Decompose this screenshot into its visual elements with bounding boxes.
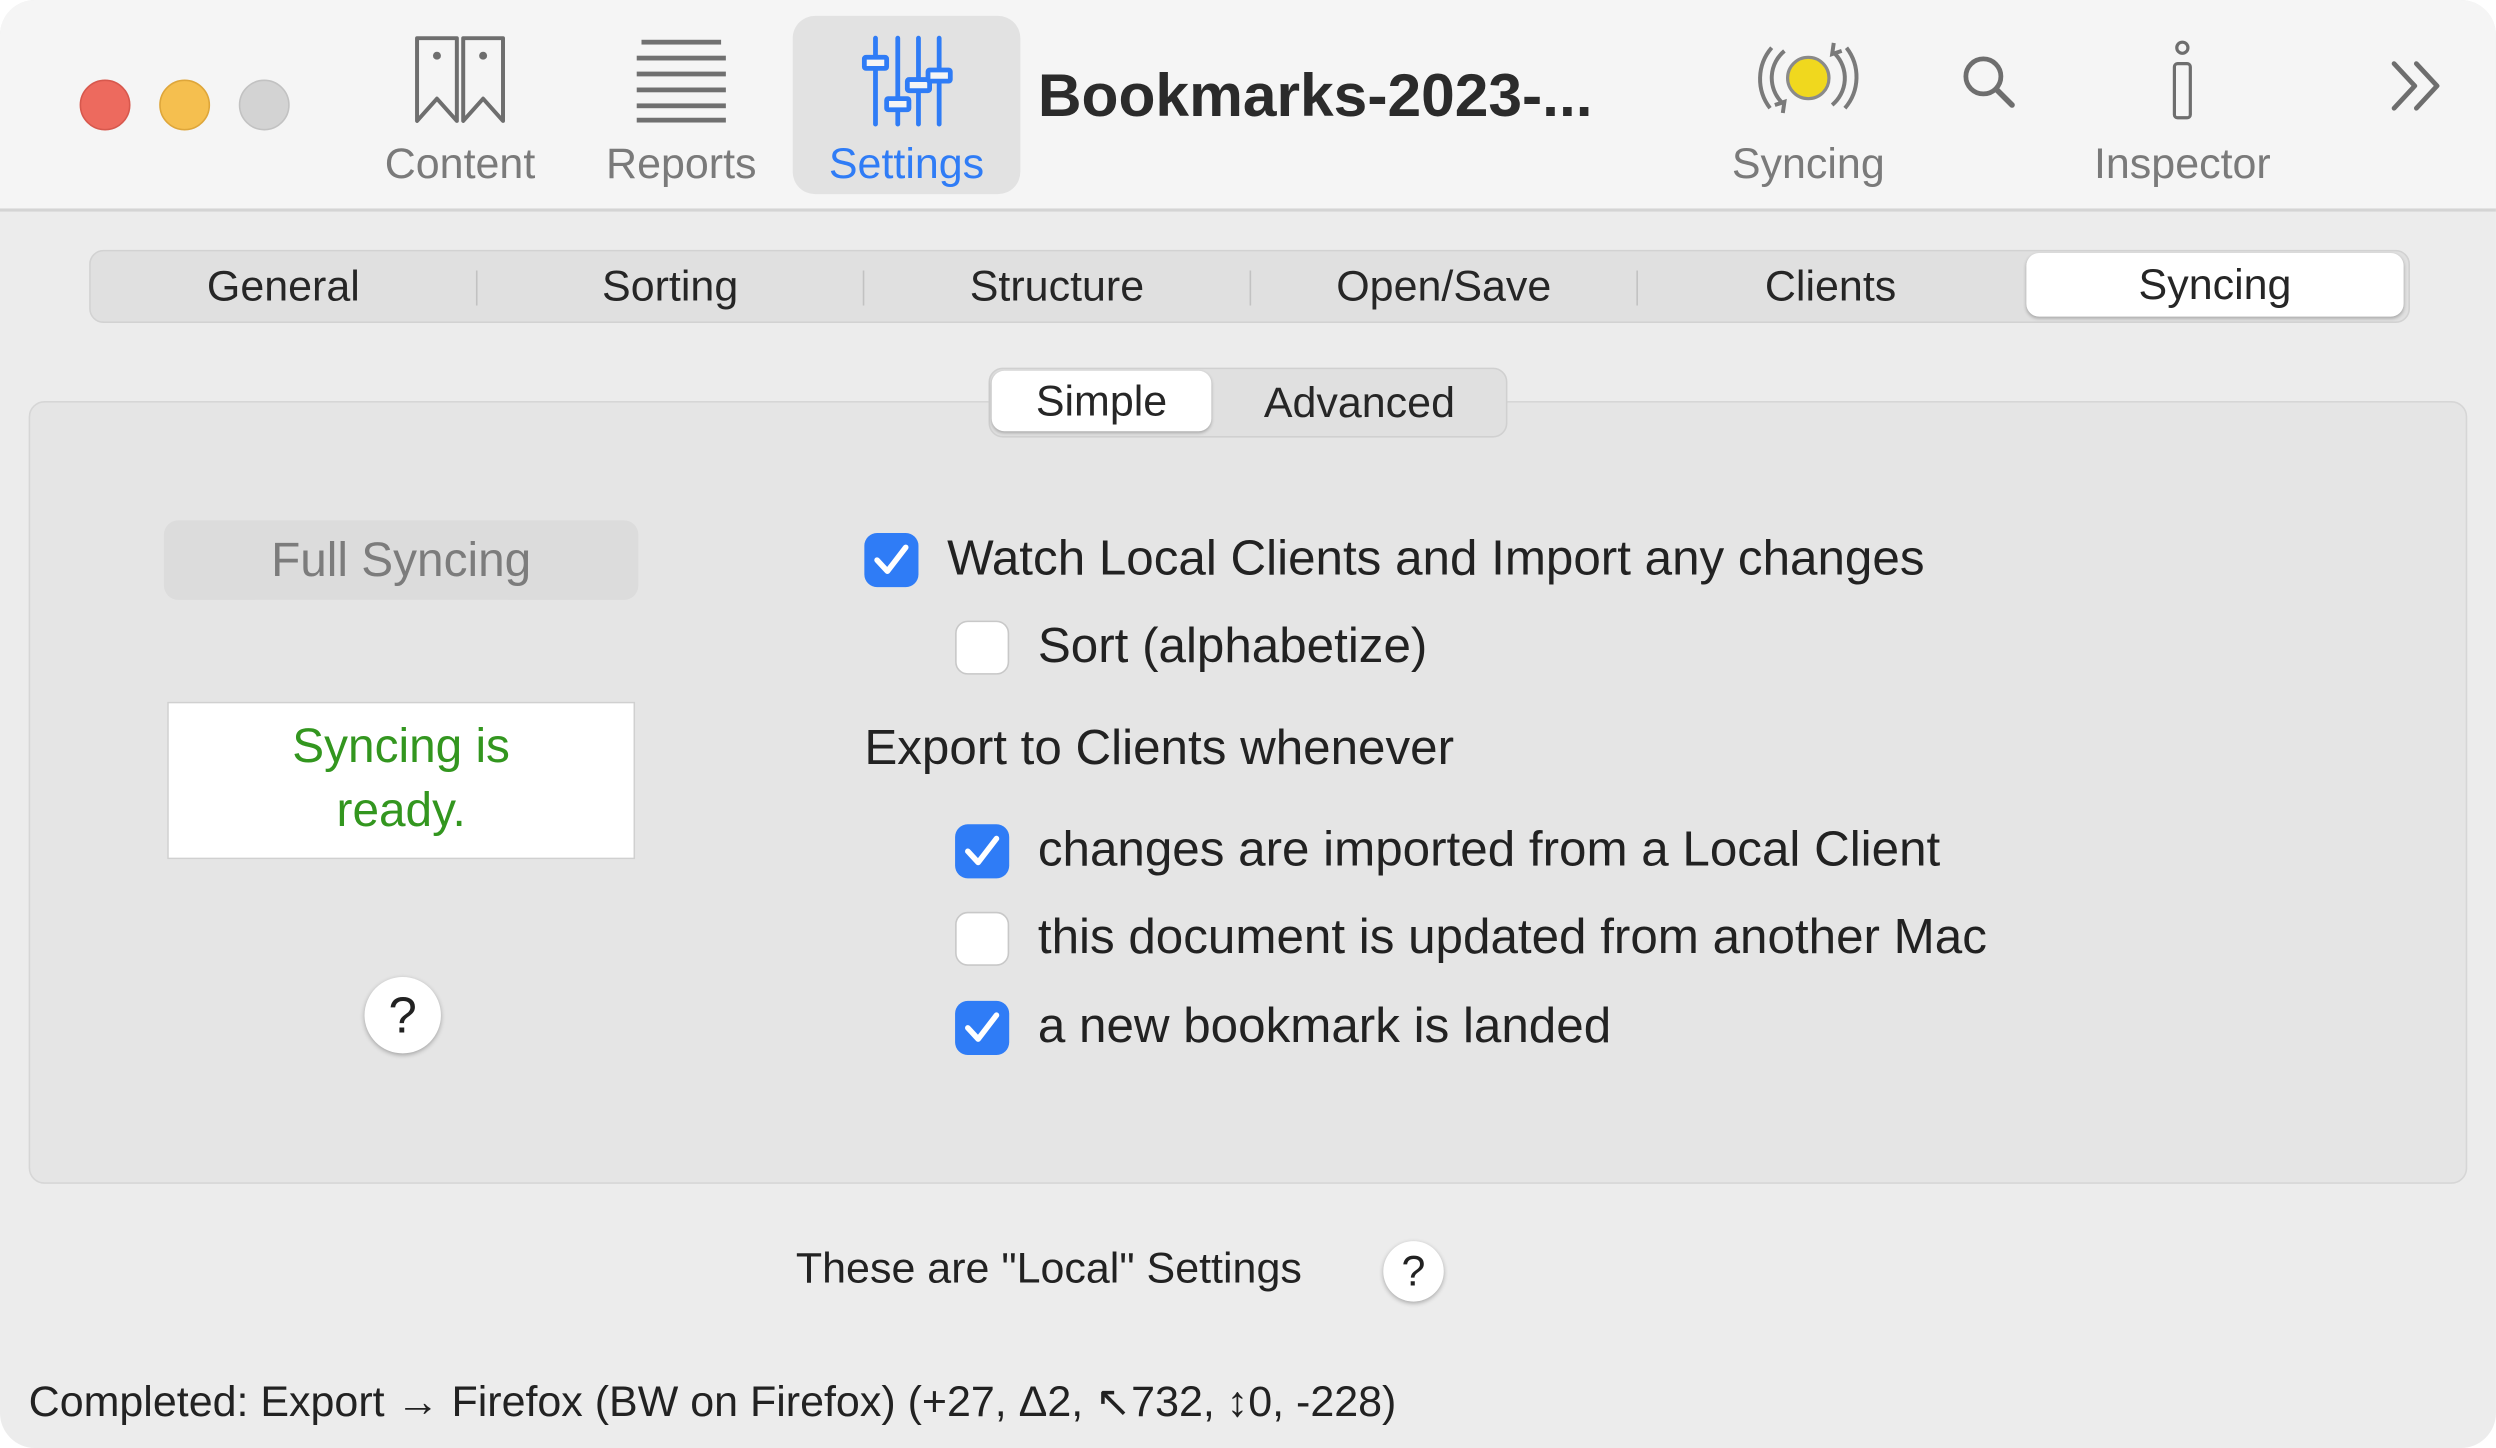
tab-sorting[interactable]: Sorting (478, 251, 863, 321)
toolbar-search-button[interactable] (1945, 16, 2034, 194)
local-settings-help-button[interactable]: ? (1383, 1241, 1444, 1302)
checkmark-icon (874, 544, 909, 575)
tab-simple[interactable]: Simple (991, 370, 1212, 432)
toolbar-content-label: Content (384, 140, 536, 188)
info-icon (2172, 40, 2192, 120)
export-section-heading: Export to Clients whenever (864, 719, 1455, 775)
toolbar: Content Reports Settings Bookmarks-2023-… (0, 0, 2496, 212)
export-on-other-mac-label: this document is updated from another Ma… (1037, 908, 1987, 965)
tab-clients[interactable]: Clients (1638, 251, 2023, 321)
bookmarks-icon (415, 36, 505, 123)
full-syncing-button[interactable]: Full Syncing (163, 520, 639, 600)
checkmark-icon (965, 1012, 1000, 1042)
sync-status-box: Syncing is ready. (167, 701, 636, 860)
toolbar-reports-button[interactable]: Reports (589, 16, 774, 194)
toolbar-reports-label: Reports (606, 140, 757, 188)
mode-tabs: Simple Advanced (988, 367, 1508, 438)
help-button[interactable]: ? (364, 976, 441, 1054)
document-title: Bookmarks-2023-... (1037, 63, 1593, 131)
export-on-import-label: changes are imported from a Local Client (1037, 821, 1941, 877)
toolbar-inspector-button[interactable]: Inspector (2069, 16, 2295, 194)
sync-status-icon (1758, 42, 1859, 114)
toolbar-syncing-button[interactable]: Syncing (1719, 16, 1897, 194)
tab-general[interactable]: General (91, 251, 476, 321)
tab-syncing[interactable]: Syncing (2026, 253, 2404, 317)
zoom-button (238, 79, 290, 131)
export-on-import-checkbox[interactable] (955, 824, 1010, 879)
toolbar-overflow-button[interactable] (2375, 16, 2458, 194)
chevron-double-right-icon (2391, 61, 2440, 111)
tab-open-save[interactable]: Open/Save (1251, 251, 1636, 321)
list-lines-icon (636, 39, 726, 123)
export-on-new-bookmark-checkbox[interactable] (955, 1000, 1010, 1055)
watch-local-clients-checkbox[interactable] (864, 533, 919, 588)
sync-status-text-line1: Syncing is (292, 720, 510, 774)
app-window: Content Reports Settings Bookmarks-2023-… (0, 0, 2496, 1448)
settings-tabs: General Sorting Structure Open/Save Clie… (89, 249, 2410, 324)
local-settings-note: These are "Local" Settings (795, 1244, 1302, 1293)
tab-structure[interactable]: Structure (864, 251, 1249, 321)
toolbar-settings-button[interactable]: Settings (792, 15, 1021, 195)
toolbar-content-button[interactable]: Content (366, 16, 554, 194)
watch-local-clients-label: Watch Local Clients and Import any chang… (947, 529, 1925, 586)
search-icon (1963, 56, 2015, 108)
status-bar-text: Completed: Export → Firefox (BW on Firef… (28, 1377, 1397, 1426)
sync-status-text-line2: ready. (336, 784, 466, 837)
checkmark-icon (965, 835, 1000, 866)
close-button[interactable] (79, 79, 131, 131)
export-on-new-bookmark-label: a new bookmark is landed (1037, 997, 1612, 1054)
tab-advanced[interactable]: Advanced (1216, 369, 1503, 436)
sort-alphabetize-label: Sort (alphabetize) (1037, 617, 1428, 674)
toolbar-settings-label: Settings (828, 140, 985, 188)
toolbar-inspector-label: Inspector (2093, 140, 2271, 188)
export-on-other-mac-checkbox[interactable] (955, 911, 1010, 966)
minimize-button[interactable] (159, 79, 211, 131)
sort-alphabetize-checkbox[interactable] (955, 620, 1010, 675)
toolbar-syncing-label: Syncing (1731, 140, 1885, 188)
sliders-icon (861, 35, 952, 127)
